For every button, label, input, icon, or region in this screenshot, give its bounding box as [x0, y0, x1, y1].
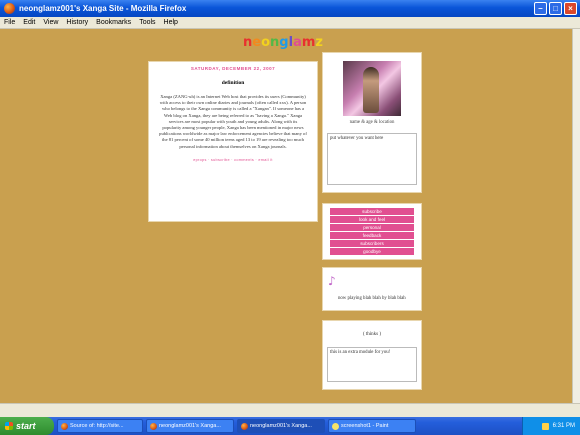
menu-bar: File Edit View History Bookmarks Tools H… — [0, 17, 580, 29]
now-playing-text: now playing blah blah by blah blah — [338, 296, 406, 301]
links-box: subscribe look and feel personal feedbac… — [322, 203, 422, 260]
entry-body: Xanga (ZANG-uh) is an Internet Web host … — [159, 94, 307, 149]
task-label: neonglamz001's Xanga... — [159, 423, 221, 429]
link-personal[interactable]: personal — [330, 224, 414, 231]
start-label: start — [16, 421, 36, 431]
window-controls: – □ × — [534, 2, 577, 15]
menu-help[interactable]: Help — [164, 19, 178, 26]
menu-file[interactable]: File — [4, 19, 15, 26]
logo-letter: n — [270, 35, 280, 50]
task-xanga-1[interactable]: neonglamz001's Xanga... — [146, 419, 234, 433]
menu-tools[interactable]: Tools — [139, 19, 155, 26]
entry-date: SATURDAY, DECEMBER 22, 2007 — [190, 66, 276, 71]
taskbar: start Source of: http://site... neonglam… — [0, 417, 580, 435]
music-note-icon: ♪ — [328, 274, 336, 288]
page-content: neonglamz SATURDAY, DECEMBER 22, 2007 de… — [0, 29, 572, 403]
tray-icon[interactable] — [541, 422, 549, 430]
profile-box: name & age & location put whatever you w… — [322, 52, 422, 193]
status-bar — [0, 403, 580, 417]
entry-title: definition — [221, 80, 245, 86]
menu-bookmarks[interactable]: Bookmarks — [96, 19, 131, 26]
logo-letter: o — [261, 35, 271, 50]
close-icon[interactable]: × — [564, 2, 577, 15]
task-label: neonglamz001's Xanga... — [250, 423, 312, 429]
logo-letter: m — [301, 35, 316, 50]
menu-edit[interactable]: Edit — [23, 19, 35, 26]
blog-entry: SATURDAY, DECEMBER 22, 2007 definition X… — [148, 61, 318, 222]
thinks-box: ( thinks ) this is an extra module for y… — [322, 320, 422, 390]
windows-logo-icon — [5, 422, 13, 430]
firefox-icon — [241, 422, 248, 430]
thinks-title: ( thinks ) — [362, 332, 382, 337]
task-label: Source of: http://site... — [70, 423, 124, 429]
firefox-icon — [61, 422, 68, 430]
task-paint[interactable]: screenshot1 - Paint — [328, 419, 416, 433]
link-subscribers[interactable]: subscribers — [330, 240, 414, 247]
link-feedback[interactable]: feedback — [330, 232, 414, 239]
task-label: screenshot1 - Paint — [341, 423, 389, 429]
thinks-textbox: this is an extra module for you! — [327, 347, 417, 382]
window-title: neonglamz001's Xanga Site - Mozilla Fire… — [19, 4, 187, 13]
entry-links[interactable]: eprops · subscribe · comments · email it — [159, 158, 307, 162]
profile-textbox: put whatever you want here — [327, 133, 417, 185]
link-look-and-feel[interactable]: look and feel — [330, 216, 414, 223]
menu-view[interactable]: View — [43, 19, 58, 26]
minimize-icon[interactable]: – — [534, 2, 547, 15]
logo-letter: n — [243, 35, 253, 50]
system-tray: 6:31 PM — [522, 417, 580, 435]
music-box: ♪ now playing blah blah by blah blah — [322, 267, 422, 311]
link-subscribe[interactable]: subscribe — [330, 208, 414, 215]
profile-caption: name & age & location — [349, 120, 395, 125]
site-logo[interactable]: neonglamz — [243, 35, 323, 50]
maximize-icon[interactable]: □ — [549, 2, 562, 15]
task-xanga-2[interactable]: neonglamz001's Xanga... — [237, 419, 325, 433]
logo-letter: e — [252, 35, 262, 50]
clock: 6:31 PM — [552, 423, 575, 429]
singer-figure — [363, 67, 379, 113]
menu-history[interactable]: History — [66, 19, 88, 26]
logo-letter: z — [315, 35, 323, 50]
logo-letter: g — [279, 35, 289, 50]
window-title-bar: neonglamz001's Xanga Site - Mozilla Fire… — [0, 0, 580, 17]
start-button[interactable]: start — [0, 417, 54, 435]
task-source[interactable]: Source of: http://site... — [57, 419, 143, 433]
logo-letter: a — [293, 35, 302, 50]
firefox-icon — [4, 3, 15, 14]
vertical-scrollbar[interactable] — [572, 29, 580, 403]
firefox-icon — [150, 422, 157, 430]
link-goodbye[interactable]: goodbye — [330, 248, 414, 255]
profile-photo — [343, 61, 401, 116]
paint-icon — [332, 422, 339, 430]
